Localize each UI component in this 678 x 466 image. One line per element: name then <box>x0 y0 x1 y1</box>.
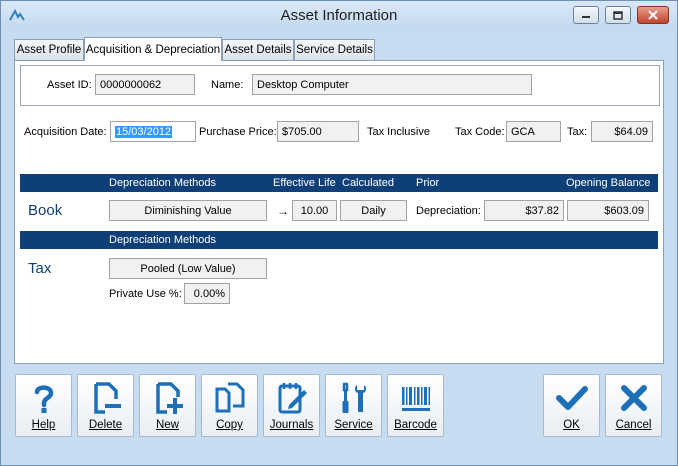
book-header-bar: Depreciation Methods Effective Life Calc… <box>20 174 658 192</box>
asset-id-field[interactable]: 0000000062 <box>95 74 195 95</box>
help-label: Help <box>31 419 56 431</box>
copy-icon <box>215 382 244 413</box>
close-icon <box>648 10 658 20</box>
name-label: Name: <box>211 79 244 91</box>
checkmark-icon <box>555 386 588 410</box>
journal-edit-icon <box>278 383 307 414</box>
maximize-icon <box>613 10 623 20</box>
delete-document-icon <box>93 382 121 414</box>
book-methods-header: Depreciation Methods <box>109 177 217 189</box>
help-button[interactable]: Help <box>15 374 72 437</box>
asset-name-field[interactable]: Desktop Computer <box>252 74 532 95</box>
tax-code-field[interactable]: GCA <box>506 121 561 142</box>
minimize-button[interactable] <box>573 6 599 24</box>
acquisition-date-value: 15/03/2012 <box>115 125 173 138</box>
depreciation-label: Depreciation: <box>416 205 481 217</box>
tax-section-label: Tax <box>28 260 52 277</box>
cross-icon <box>620 385 647 411</box>
question-mark-icon <box>34 385 53 413</box>
asset-information-window: Asset Information Asset Profile Acquisit… <box>0 0 678 466</box>
barcode-button[interactable]: Barcode <box>387 374 444 437</box>
copy-label: Copy <box>216 419 243 431</box>
acquisition-depreciation-panel: Asset ID: 0000000062 Name: Desktop Compu… <box>14 60 664 364</box>
tax-code-label: Tax Code: <box>455 126 505 138</box>
private-use-field[interactable]: 0.00% <box>184 283 230 304</box>
tab-service-details[interactable]: Service Details <box>294 39 375 60</box>
copy-button[interactable]: Copy <box>201 374 258 437</box>
book-method-field[interactable]: Diminishing Value <box>109 200 267 221</box>
tax-inclusive-label: Tax Inclusive <box>367 126 430 138</box>
book-label: Book <box>28 202 63 219</box>
tab-asset-profile[interactable]: Asset Profile <box>14 39 84 60</box>
private-use-label: Private Use %: <box>109 288 182 300</box>
tax-label: Tax: <box>567 126 588 138</box>
delete-button[interactable]: Delete <box>77 374 134 437</box>
barcode-icon <box>401 387 430 411</box>
tax-method-field[interactable]: Pooled (Low Value) <box>109 258 267 279</box>
asset-identity-group: Asset ID: 0000000062 Name: Desktop Compu… <box>20 65 660 106</box>
ok-button[interactable]: OK <box>543 374 600 437</box>
new-label: New <box>155 419 179 431</box>
service-label: Service <box>334 419 373 431</box>
acquisition-date-label: Acquisition Date: <box>24 126 107 138</box>
acquisition-date-field[interactable]: 15/03/2012 <box>110 121 196 142</box>
delete-label: Delete <box>88 419 123 431</box>
journals-label: Journals <box>269 419 314 431</box>
tools-icon <box>342 382 366 413</box>
opening-balance-header: Opening Balance <box>566 177 651 189</box>
calculated-header: Calculated <box>342 177 394 189</box>
service-button[interactable]: Service <box>325 374 382 437</box>
cancel-label: Cancel <box>615 419 652 431</box>
purchase-price-label: Purchase Price: <box>199 126 277 138</box>
opening-balance-field[interactable]: $603.09 <box>567 200 649 221</box>
close-button[interactable] <box>637 6 669 24</box>
minimize-icon <box>582 16 590 18</box>
effective-life-field[interactable]: 10.00 <box>292 200 337 221</box>
calculated-field[interactable]: Daily <box>340 200 407 221</box>
asset-id-label: Asset ID: <box>47 79 92 91</box>
new-document-icon <box>155 382 183 414</box>
tab-asset-details[interactable]: Asset Details <box>222 39 294 60</box>
tax-amount-field[interactable]: $64.09 <box>591 121 653 142</box>
effective-life-header: Effective Life <box>273 177 336 189</box>
tab-acquisition-depreciation[interactable]: Acquisition & Depreciation <box>84 37 222 61</box>
prior-header: Prior <box>416 177 440 189</box>
journals-button[interactable]: Journals <box>263 374 320 437</box>
prior-depreciation-field[interactable]: $37.82 <box>484 200 564 221</box>
tax-header-bar: Depreciation Methods <box>20 231 658 249</box>
tax-methods-header: Depreciation Methods <box>109 234 217 246</box>
new-button[interactable]: New <box>139 374 196 437</box>
barcode-label: Barcode <box>394 419 437 431</box>
bottom-toolbar: Help Delete New Copy Journals Service Ba… <box>1 366 677 465</box>
title-bar: Asset Information <box>1 1 677 31</box>
ok-label: OK <box>563 419 580 431</box>
cancel-button[interactable]: Cancel <box>605 374 662 437</box>
arrow-right-icon: → <box>277 204 289 218</box>
maximize-button[interactable] <box>605 6 631 24</box>
purchase-price-field[interactable]: $705.00 <box>277 121 359 142</box>
